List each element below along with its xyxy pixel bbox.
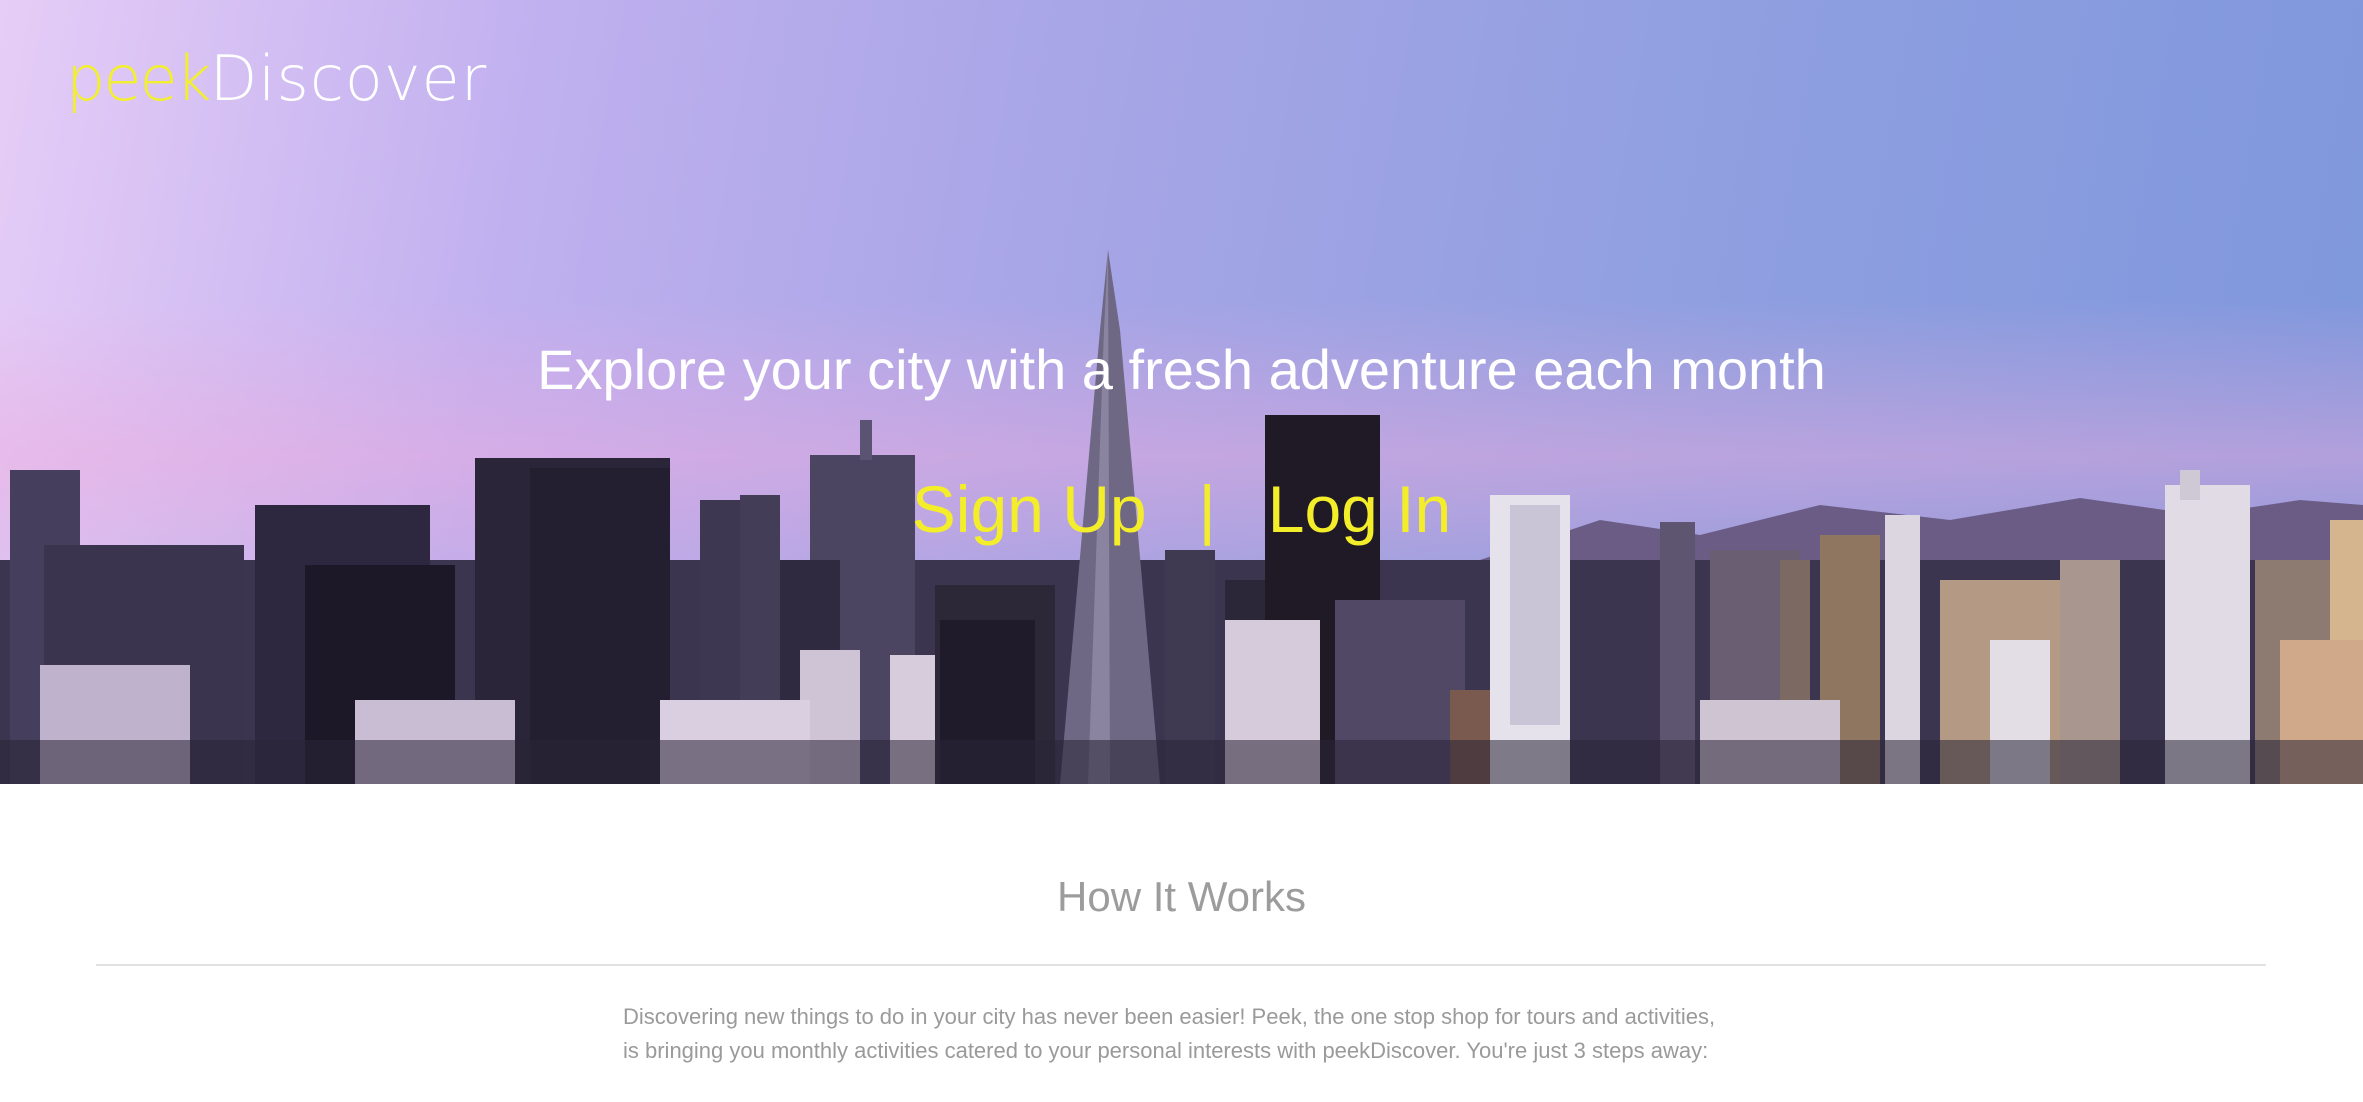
login-link[interactable]: Log In (1268, 472, 1452, 546)
auth-separator: | (1198, 472, 1216, 546)
hero-banner: peekDiscover Explore your city with a fr… (0, 0, 2363, 784)
logo-peek-text: peek (66, 42, 212, 115)
intro-line-2: is bringing you monthly activities cater… (623, 1038, 1709, 1063)
brand-logo[interactable]: peekDiscover (66, 48, 487, 110)
signup-link[interactable]: Sign Up (912, 472, 1147, 546)
how-it-works-title: How It Works (1057, 873, 1306, 920)
hero-tagline: Explore your city with a fresh adventure… (537, 338, 1826, 401)
auth-links: Sign Up | Log In (0, 476, 2363, 542)
logo-discover-text: Discover (209, 42, 488, 115)
how-it-works-intro: Discovering new things to do in your cit… (623, 1000, 1783, 1068)
intro-line-1: Discovering new things to do in your cit… (623, 1004, 1716, 1029)
section-divider (96, 964, 2266, 966)
